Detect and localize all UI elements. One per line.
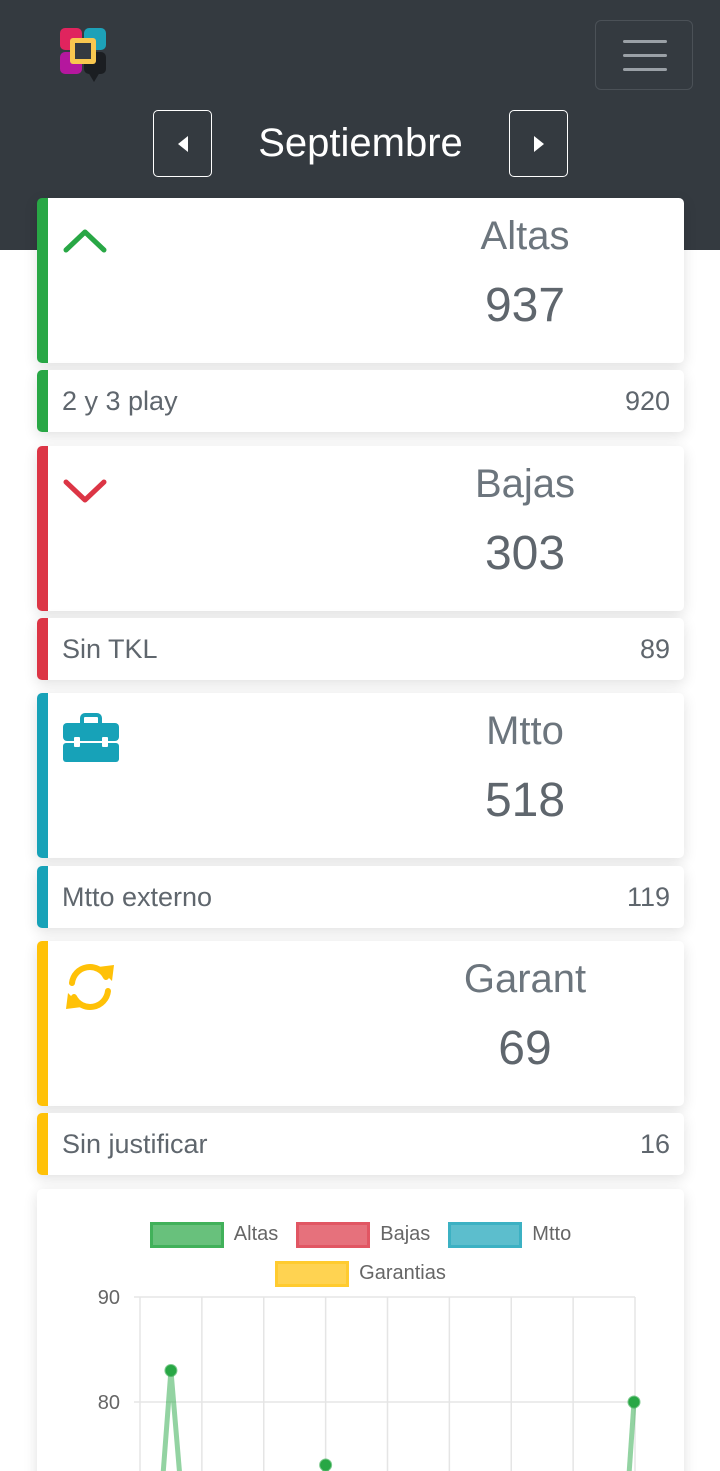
detail-label: Mtto externo xyxy=(62,881,213,912)
next-month-button[interactable] xyxy=(509,110,568,177)
chevron-up-icon xyxy=(63,229,107,253)
series-line-altas xyxy=(160,1368,182,1471)
series-line-altas xyxy=(626,1401,637,1471)
monthly-chart-card: Altas Bajas Mtto Garantias 90 80 xyxy=(37,1189,684,1471)
mtto-card[interactable]: Mtto 518 xyxy=(37,693,684,858)
detail-value: 920 xyxy=(624,385,670,416)
sync-icon xyxy=(66,964,114,1010)
menu-toggle-button[interactable] xyxy=(595,20,693,90)
card-title: Garant xyxy=(463,957,587,1001)
data-point-altas[interactable] xyxy=(319,1458,333,1471)
data-point-altas[interactable] xyxy=(164,1364,178,1377)
y-tick-label: 90 xyxy=(98,1287,120,1309)
altas-card[interactable]: Altas 937 xyxy=(37,198,684,363)
card-value: 69 xyxy=(498,1022,552,1075)
altas-detail-row[interactable]: 2 y 3 play 920 xyxy=(37,370,684,432)
card-value: 518 xyxy=(484,774,566,827)
garant-detail-row[interactable]: Sin justificar 16 xyxy=(37,1113,684,1175)
detail-value: 119 xyxy=(626,881,670,912)
card-title: Bajas xyxy=(474,462,576,506)
month-title: Septiembre xyxy=(258,121,463,165)
previous-month-button[interactable] xyxy=(153,110,212,177)
card-value: 937 xyxy=(484,279,566,332)
data-point-altas[interactable] xyxy=(627,1395,641,1409)
card-value: 303 xyxy=(484,527,566,580)
detail-value: 16 xyxy=(639,1128,670,1159)
garant-card[interactable]: Garant 69 xyxy=(37,941,684,1106)
detail-label: Sin TKL xyxy=(62,633,158,664)
mtto-detail-row[interactable]: Mtto externo 119 xyxy=(37,866,684,928)
y-tick-label: 80 xyxy=(98,1392,120,1414)
bajas-card[interactable]: Bajas 303 xyxy=(37,446,684,611)
card-title: Altas xyxy=(480,214,570,258)
app-logo[interactable] xyxy=(58,26,108,84)
hamburger-icon xyxy=(623,40,667,43)
bajas-detail-row[interactable]: Sin TKL 89 xyxy=(37,618,684,680)
caret-right-icon xyxy=(533,135,544,152)
line-chart: 90 80 xyxy=(98,1287,641,1471)
detail-value: 89 xyxy=(639,633,670,664)
detail-label: 2 y 3 play xyxy=(62,385,178,416)
chevron-down-icon xyxy=(63,479,107,503)
toolbox-icon xyxy=(63,713,119,762)
caret-left-icon xyxy=(177,135,188,152)
detail-label: Sin justificar xyxy=(62,1128,208,1159)
card-title: Mtto xyxy=(486,709,564,753)
